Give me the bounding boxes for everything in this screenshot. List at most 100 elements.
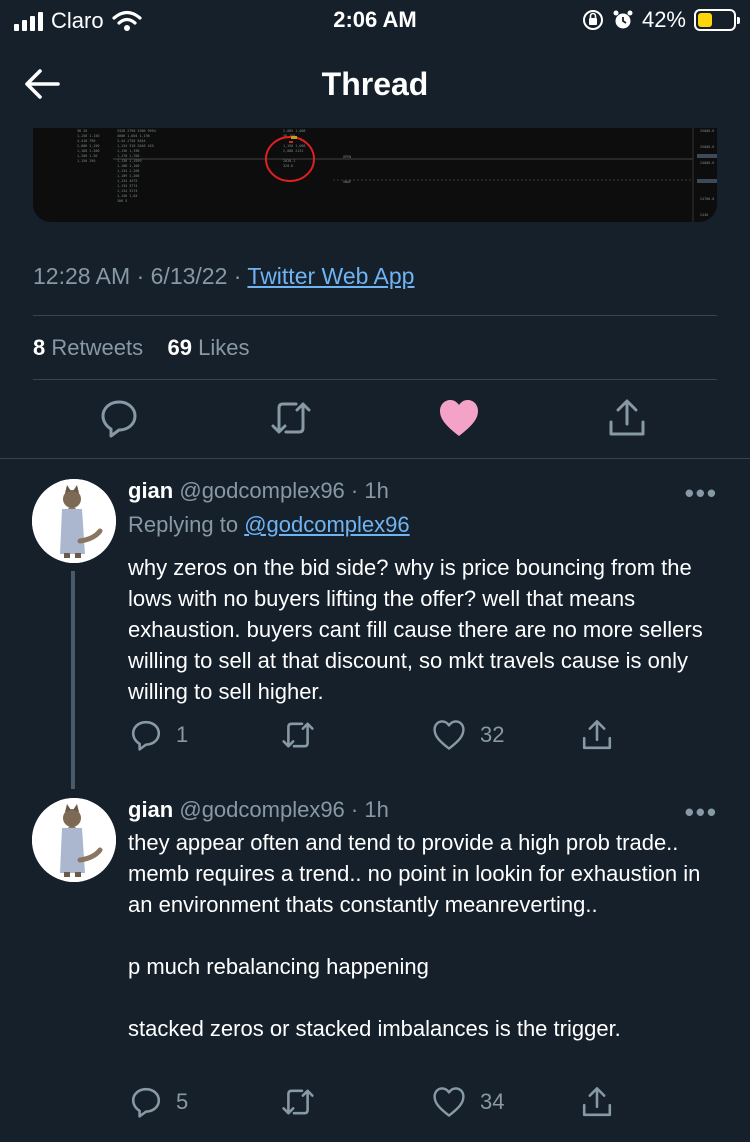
share-icon[interactable] [607,398,647,438]
svg-text:2030.1: 2030.1 [283,159,295,163]
svg-text:1,146 1,04: 1,146 1,04 [117,194,137,198]
tweet-header: gian @godcomplex96 · 1h [128,797,389,823]
retweets-stat[interactable]: 8 Retweets [33,335,143,360]
svg-text:25000.0: 25000.0 [700,145,714,149]
user-handle[interactable]: @godcomplex96 [179,797,344,822]
reply-icon[interactable] [99,398,139,438]
retweets-count: 8 [33,335,46,360]
svg-text:1,200 1.50: 1,200 1.50 [77,154,97,158]
status-bar: Claro 2:06 AM 42% [0,0,750,42]
svg-text:VWAP: VWAP [343,180,351,184]
svg-text:1,109 1,200: 1,109 1,200 [117,174,139,178]
reply-count: 1 [176,722,189,747]
svg-text:38 20: 38 20 [77,129,87,133]
svg-text:1,136 1,198: 1,136 1,198 [117,149,139,153]
svg-text:320.6: 320.6 [283,164,293,168]
tweet-header: gian @godcomplex96 · 1h [128,478,389,504]
svg-text:2,085 1,008: 2,085 1,008 [283,129,305,133]
more-options-icon[interactable]: ••• [685,797,718,828]
tweet-time: 12:28 AM [33,263,131,289]
thread-connector-line [71,571,75,789]
avatar[interactable] [32,798,116,882]
svg-text:3326 2796 3300 9994: 3326 2796 3300 9994 [117,129,156,133]
more-options-icon[interactable]: ••• [685,478,718,509]
svg-text:1,134 4475: 1,134 4475 [117,179,137,183]
like-action[interactable]: 32 [432,719,504,751]
reply-action[interactable]: 5 [130,1086,188,1118]
divider [33,315,717,316]
likes-stat[interactable]: 69 Likes [168,335,250,360]
retweets-label: Retweets [51,335,144,360]
svg-text:1,134 3174: 1,134 3174 [117,189,137,193]
svg-text:1,134 3774: 1,134 3774 [117,184,137,188]
page-title: Thread [321,66,429,102]
retweet-icon[interactable] [270,398,312,438]
svg-text:2,006 1,150: 2,006 1,150 [77,144,99,148]
svg-text:1,134 1,208: 1,134 1,208 [117,169,139,173]
tweet-actions [0,398,750,442]
reply-icon [131,1087,161,1118]
likes-label: Likes [198,335,250,360]
tweet-age: 1h [364,797,389,822]
tweet-actions: 5 34 [0,1086,750,1122]
replying-to-line: Replying to @godcomplex96 [128,512,410,538]
like-heart-filled-icon[interactable] [438,398,480,438]
divider [0,458,750,459]
svg-text:1,150 1.150: 1,150 1.150 [77,134,99,138]
svg-text:1,136 1,1999: 1,136 1,1999 [117,159,142,163]
nav-bar: Thread [0,42,750,128]
user-handle[interactable]: @godcomplex96 [179,478,344,503]
like-count: 34 [480,1089,505,1114]
retweet-icon [282,722,314,748]
svg-text:1,150 290: 1,150 290 [77,159,95,163]
battery-icon [694,9,740,31]
share-action[interactable] [581,1086,613,1118]
svg-text:OPEN: OPEN [343,155,351,159]
svg-text:24700.0: 24700.0 [700,197,714,201]
separator-dot: · [350,797,365,822]
tweet-text: they appear often and tend to provide a … [128,830,701,1041]
separator-dot: · [350,478,365,503]
display-name[interactable]: gian [128,478,173,503]
display-name[interactable]: gian [128,797,173,822]
svg-text:1,150 1,006: 1,150 1,006 [283,144,305,148]
svg-text:4006 1,004 1,198: 4006 1,004 1,198 [117,134,150,138]
separator-dot: · [233,263,248,289]
svg-text:306 5: 306 5 [117,199,127,203]
battery-percent: 42% [641,7,686,32]
svg-text:1,168 1.200: 1,168 1.200 [77,149,99,153]
cat-avatar-image [32,479,116,563]
heart-icon [433,1087,465,1117]
share-icon [582,1087,612,1117]
svg-text:1,170 1,700: 1,170 1,700 [117,154,139,158]
orientation-lock-icon [582,10,603,30]
svg-text:2,080 2151: 2,080 2151 [283,149,303,153]
battery-fill [698,13,713,27]
svg-text:2440: 2440 [700,213,708,217]
separator-dot: · [136,263,151,289]
cat-avatar-image [32,798,116,882]
retweet-action[interactable] [281,719,315,751]
share-icon [582,720,612,750]
svg-text:4,418 790: 4,418 790 [77,139,95,143]
retweet-action[interactable] [281,1086,315,1118]
chart-screenshot-image: 38 201,150 1.1504,418 7902,006 1,150 1,1… [33,128,717,222]
avatar[interactable] [32,479,116,563]
share-action[interactable] [581,719,613,751]
tweet-media-image[interactable]: 38 20 1,150 1.150 4,418 790 2,006 1,150 1,1… [33,128,717,222]
reply-action[interactable]: 1 [130,719,188,751]
replying-to-handle-link[interactable]: @godcomplex96 [244,512,409,537]
reply-icon [131,720,161,751]
tweet-stats: 8 Retweets 69 Likes [33,335,250,361]
likes-count: 69 [167,335,193,360]
tweet-source-link[interactable]: Twitter Web App [247,263,414,289]
alarm-icon [613,10,633,29]
tweet-date: 6/13/22 [150,263,228,289]
tweet-timestamp-line: 12:28 AM · 6/13/22 · Twitter Web App [33,263,414,290]
divider [33,379,717,380]
svg-text:25000.0: 25000.0 [700,129,714,133]
tweet-age: 1h [364,478,389,503]
replying-to-label: Replying to [128,512,239,537]
retweet-icon [282,1089,314,1115]
like-action[interactable]: 34 [432,1086,504,1118]
